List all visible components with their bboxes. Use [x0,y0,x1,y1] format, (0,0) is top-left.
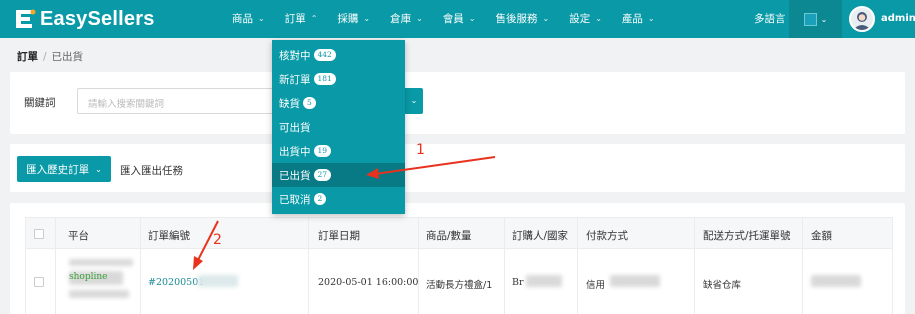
import-button-label: 匯入歷史訂單 [26,163,90,176]
nav-item-members[interactable]: 會員 ⌄ [433,0,486,38]
menu-item-label: 新訂單 [279,73,311,86]
chevron-down-icon: ⌄ [468,14,476,23]
payment-method: 信用 [586,280,606,291]
order-date: 2020-05-01 16:00:00 [318,277,419,288]
color-swatch [803,12,817,26]
nav-label: 售後服務 [495,13,538,25]
chevron-down-icon: ⌄ [95,164,102,174]
table-row[interactable]: shopline #20200501 2020-05-01 16:00:00 活… [25,249,893,314]
menu-item-shipping[interactable]: 出貨中 19 [272,139,405,163]
nav-item-orders[interactable]: 訂單 ⌃ [275,0,328,38]
menu-item-new-orders[interactable]: 新訂單 181 [272,67,405,91]
chevron-up-icon: ⌃ [310,14,318,23]
chevron-down-icon: ⌄ [542,14,550,23]
menu-item-verifying[interactable]: 核對中 442 [272,43,405,67]
main-nav: 商品 ⌄ 訂單 ⌃ 採購 ⌄ 倉庫 ⌄ 會員 ⌄ 售後服務 ⌄ 設定 ⌄ 產品 ⌄ [222,0,665,38]
menu-item-label: 已取消 [279,193,311,206]
col-order-date: 訂單日期 [318,230,360,242]
menu-item-cancelled[interactable]: 已取消 2 [272,187,405,211]
orders-dropdown-menu: 核對中 442 新訂單 181 缺貨 5 可出貨 出貨中 19 已出貨 27 已取消 2 [272,40,405,214]
col-shipping: 配送方式/托運單號 [703,230,791,242]
nav-item-catalog[interactable]: 產品 ⌄ [612,0,665,38]
platform-logo-redacted [69,259,133,266]
theme-color-picker[interactable]: ⌄ [789,0,842,38]
count-badge: 19 [313,145,332,157]
username[interactable]: admin [881,0,915,38]
nav-item-purchase[interactable]: 採購 ⌄ [327,0,380,38]
avatar[interactable] [849,6,875,32]
language-switcher[interactable]: 多語言 [754,0,786,38]
row-checkbox[interactable] [34,277,44,287]
platform-logo-redacted [69,290,129,298]
nav-item-products[interactable]: 商品 ⌄ [222,0,275,38]
menu-item-label: 出貨中 [279,145,311,158]
search-dropdown-button[interactable]: ⌄ [405,88,423,114]
nav-item-after-sales[interactable]: 售後服務 ⌄ [486,0,560,38]
nav-label: 會員 [442,13,464,25]
chevron-down-icon: ⌄ [820,14,828,24]
chevron-down-icon: ⌄ [410,96,418,105]
logo-icon [12,8,36,30]
nav-label: 產品 [621,13,643,25]
order-number-link[interactable]: #20200501 [148,277,204,288]
col-platform: 平台 [68,230,89,242]
col-amount: 金額 [811,230,832,242]
col-buyer-country: 訂購人/國家 [512,230,569,242]
chevron-down-icon: ⌄ [595,14,602,23]
nav-label: 訂單 [284,13,306,25]
menu-item-shipped[interactable]: 已出貨 27 [272,163,405,187]
product-qty: 活動長方禮盒/1 [426,280,493,291]
table-header: 平台 訂單編號 訂單日期 商品/數量 訂購人/國家 付款方式 配送方式/托運單號… [25,217,893,249]
count-badge: 181 [313,73,336,85]
count-badge: 2 [313,193,327,205]
nav-label: 採購 [337,13,359,25]
chevron-down-icon: ⌄ [647,14,655,23]
buyer-country: Br [512,277,524,288]
nav-label: 設定 [569,13,591,25]
platform-name: shopline [69,272,108,282]
breadcrumb: 訂單 / 已出貨 [17,49,83,64]
nav-label: 商品 [232,13,253,25]
menu-item-label: 核對中 [279,49,311,62]
annotation-marker-2: 2 [213,232,222,248]
breadcrumb-root[interactable]: 訂單 [17,51,38,63]
action-bar: 匯入歷史訂單 ⌄ 匯入匯出任務 [10,144,905,192]
amount-redacted [811,275,861,287]
chevron-down-icon: ⌄ [363,14,371,23]
menu-item-ready-to-ship[interactable]: 可出貨 [272,115,405,139]
search-panel: 關鍵詞 請輸入搜索關鍵詞 ⌄ [10,72,905,134]
nav-item-warehouse[interactable]: 倉庫 ⌄ [380,0,433,38]
nav-item-settings[interactable]: 設定 ⌄ [559,0,612,38]
keyword-label: 關鍵詞 [24,97,56,109]
import-export-tasks-link[interactable]: 匯入匯出任務 [120,163,183,178]
buyer-redacted [526,275,562,287]
annotation-marker-1: 1 [416,142,425,158]
payment-redacted [610,275,660,287]
chevron-down-icon: ⌄ [416,14,423,23]
col-payment: 付款方式 [586,230,628,242]
select-all-checkbox[interactable] [34,229,44,239]
menu-item-label: 已出貨 [279,169,311,182]
menu-item-label: 缺貨 [279,97,300,110]
count-badge: 5 [303,97,316,109]
breadcrumb-current: 已出貨 [51,51,84,63]
import-history-orders-button[interactable]: 匯入歷史訂單 ⌄ [17,156,111,182]
chevron-down-icon: ⌄ [258,14,265,23]
col-product-qty: 商品/數量 [426,230,472,242]
menu-item-out-of-stock[interactable]: 缺貨 5 [272,91,405,115]
logo-text: EasySellers [40,7,155,30]
count-badge: 27 [313,169,332,181]
orders-table-panel: 平台 訂單編號 訂單日期 商品/數量 訂購人/國家 付款方式 配送方式/托運單號… [10,203,905,314]
nav-label: 倉庫 [390,13,412,25]
top-navbar: EasySellers 商品 ⌄ 訂單 ⌃ 採購 ⌄ 倉庫 ⌄ 會員 ⌄ 售後服務 ⌄ 設定… [0,0,915,38]
menu-item-label: 可出貨 [279,121,311,134]
app-logo[interactable]: EasySellers [12,7,155,31]
shipping-method: 缺省仓库 [703,280,742,291]
col-order-no: 訂單編號 [148,230,190,242]
count-badge: 442 [313,49,336,61]
order-number-redacted [198,275,238,287]
breadcrumb-separator: / [43,51,47,63]
